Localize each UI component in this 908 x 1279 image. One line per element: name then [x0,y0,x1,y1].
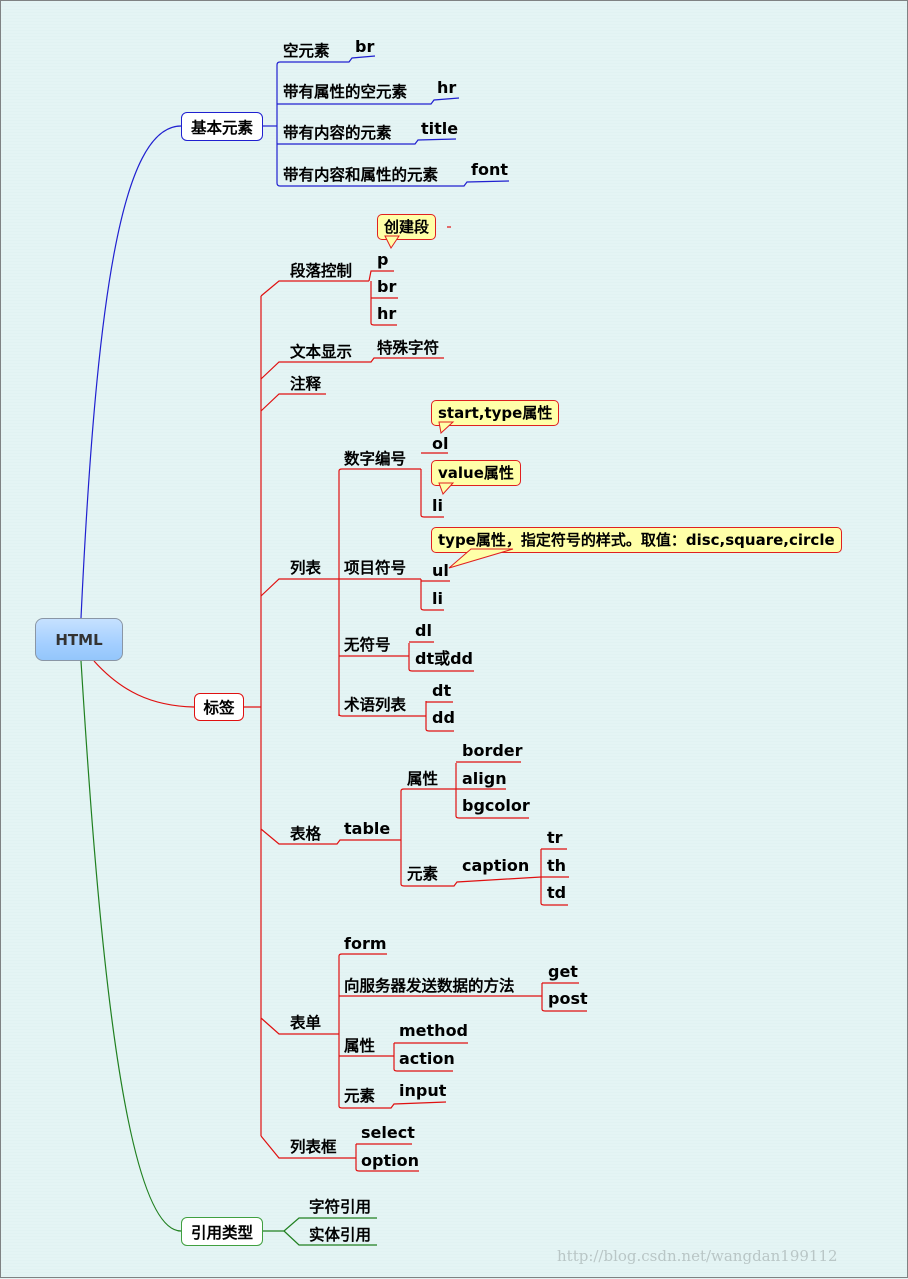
watermark: http://blog.csdn.net/wangdan199112 [557,1247,838,1265]
node-li[interactable]: li [432,497,443,515]
node-send-method[interactable]: 向服务器发送数据的方法 [344,977,515,995]
node-ordered-list[interactable]: 数字编号 [344,450,406,468]
node-comment[interactable]: 注释 [290,375,321,393]
node-dl[interactable]: dl [415,622,432,640]
node-empty-element-with-attrs[interactable]: 带有属性的空元素 [283,83,407,101]
node-table[interactable]: table [344,820,390,838]
node-post[interactable]: post [548,990,588,1008]
connector-lines [80,55,587,1246]
callout-text: value属性 [438,464,514,482]
node-unmarked-list[interactable]: 无符号 [344,636,391,654]
node-list[interactable]: 列表 [290,559,321,577]
node-form[interactable]: form [344,935,387,953]
node-paragraph-control[interactable]: 段落控制 [290,262,352,280]
tags-branch-lines [93,226,587,1172]
node-ul[interactable]: ul [432,562,449,580]
reference-types-label: 引用类型 [190,1223,253,1242]
node-action[interactable]: action [399,1050,455,1068]
node-term-list[interactable]: 术语列表 [344,696,406,714]
node-font[interactable]: font [471,161,508,179]
node-entity-reference[interactable]: 实体引用 [309,1226,371,1244]
node-element-with-content[interactable]: 带有内容的元素 [283,124,392,142]
callout-create-paragraph: 创建段 [377,214,437,240]
callout-ol-attrs: start,type属性 [431,400,560,426]
node-form-attrs[interactable]: 属性 [344,1037,375,1055]
tags-label: 标签 [203,699,235,717]
node-empty-element[interactable]: 空元素 [283,42,330,60]
node-th[interactable]: th [547,857,566,875]
node-ol[interactable]: ol [432,435,448,453]
node-input[interactable]: input [399,1082,446,1100]
node-title[interactable]: title [421,120,458,138]
basic-elements-label: 基本元素 [190,118,253,137]
node-dd[interactable]: dd [432,709,455,727]
node-dt-or-dd[interactable]: dt或dd [415,650,473,668]
node-char-reference[interactable]: 字符引用 [309,1198,371,1216]
node-br[interactable]: br [355,38,374,56]
node-element-with-content-and-attrs[interactable]: 带有内容和属性的元素 [283,166,438,184]
node-text-display[interactable]: 文本显示 [290,343,352,361]
node-caption[interactable]: caption [462,857,529,875]
node-border[interactable]: border [462,742,523,760]
node-bgcolor[interactable]: bgcolor [462,797,530,815]
node-table-elements[interactable]: 元素 [407,865,438,883]
node-hr[interactable]: hr [377,305,396,323]
callout-ul-type-attr: type属性，指定符号的样式。取值：disc,square,circle [431,527,842,553]
node-get[interactable]: get [548,963,578,981]
tags-node[interactable]: 标签 [194,693,244,721]
node-dt[interactable]: dt [432,682,451,700]
callout-text: type属性，指定符号的样式。取值：disc,square,circle [438,531,835,549]
node-select[interactable]: select [361,1124,415,1142]
node-tr[interactable]: tr [547,829,563,847]
node-p[interactable]: p [377,251,388,269]
node-br[interactable]: br [377,278,396,296]
basic-elements-node[interactable]: 基本元素 [181,112,263,141]
node-table-attrs[interactable]: 属性 [407,770,438,788]
callout-li-value-attr: value属性 [431,460,521,486]
node-li[interactable]: li [432,590,443,608]
node-special-chars[interactable]: 特殊字符 [377,339,439,357]
node-td[interactable]: td [547,884,566,902]
node-table-group[interactable]: 表格 [290,825,321,843]
mindmap-canvas: HTML 基本元素 空元素 br 带有属性的空元素 hr 带有内容的元素 tit… [0,0,908,1278]
node-align[interactable]: align [462,770,507,788]
root-node[interactable]: HTML [35,618,123,661]
node-form-group[interactable]: 表单 [290,1014,321,1032]
node-option[interactable]: option [361,1152,419,1170]
node-form-elements[interactable]: 元素 [344,1087,375,1105]
reference-types-node[interactable]: 引用类型 [181,1217,263,1246]
node-hr[interactable]: hr [437,79,456,97]
node-method[interactable]: method [399,1022,468,1040]
node-bullet-list[interactable]: 项目符号 [344,559,406,577]
root-label: HTML [55,630,103,649]
callout-text: start,type属性 [438,404,553,422]
callout-text: 创建段 [384,218,430,236]
node-listbox[interactable]: 列表框 [290,1138,337,1156]
